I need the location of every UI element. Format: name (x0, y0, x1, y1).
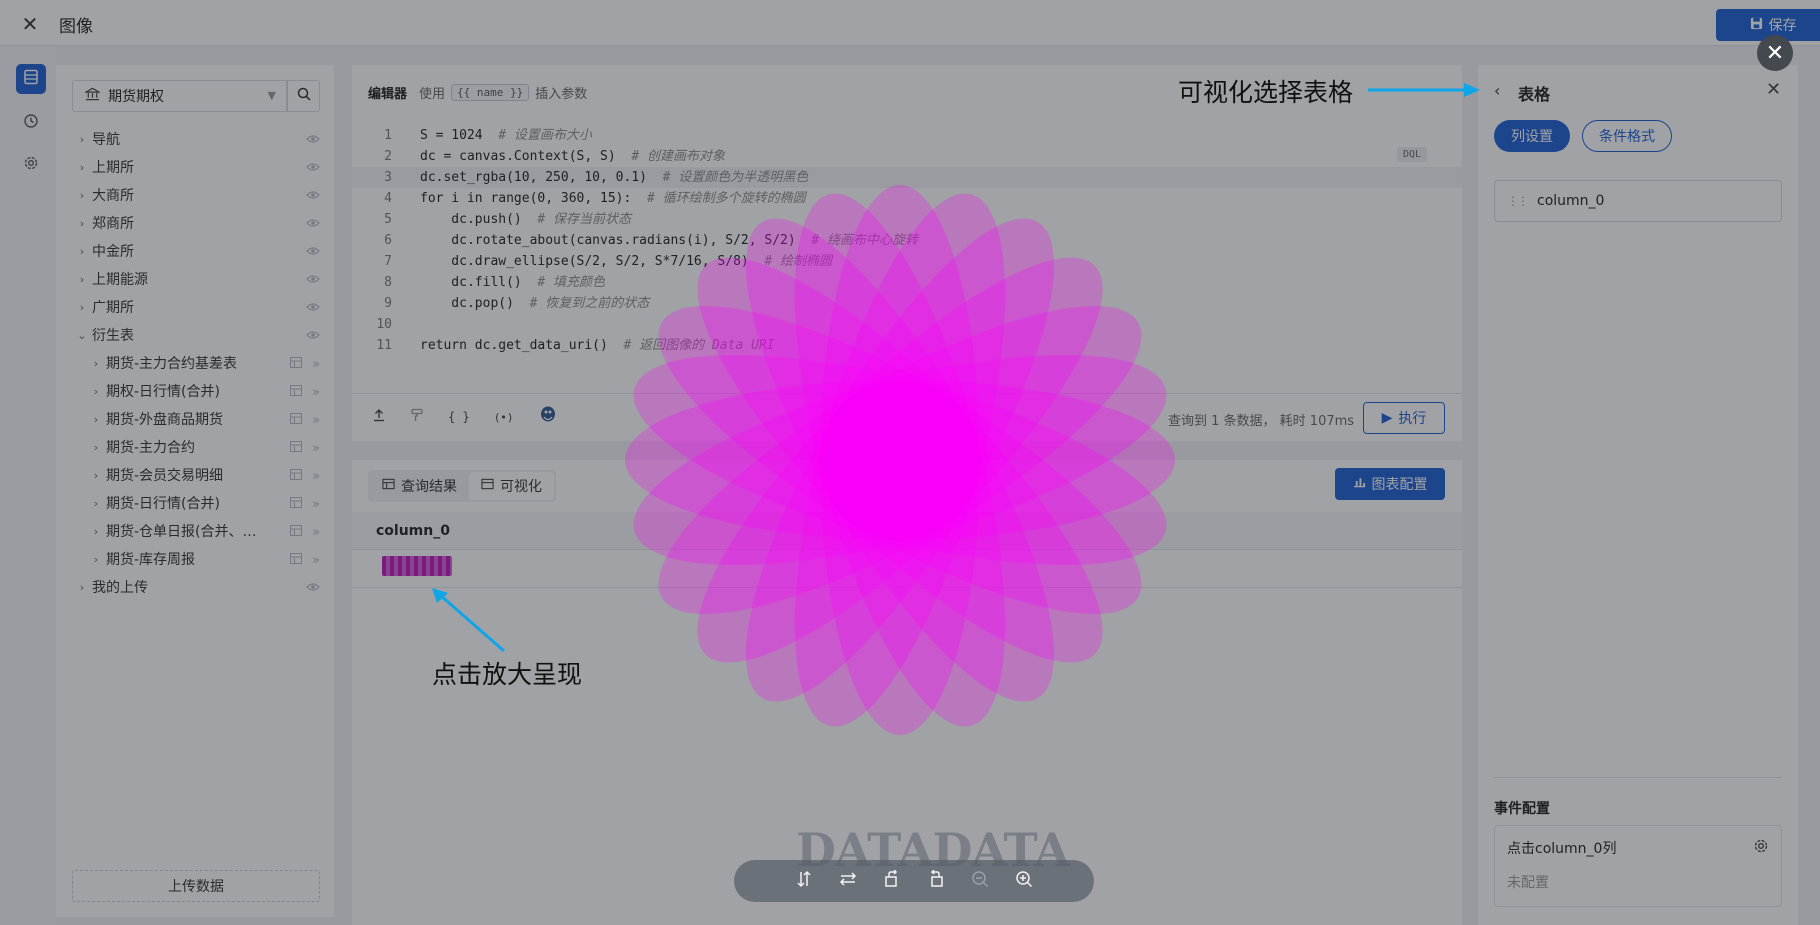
annotation-arrow-up (432, 588, 505, 653)
annotation-select-table: 可视化选择表格 (1178, 78, 1354, 107)
viewer-toolbar (734, 860, 1094, 902)
annotation-arrow-right (1368, 83, 1480, 97)
zoom-out-icon[interactable] (971, 870, 989, 892)
zoom-in-icon[interactable] (1015, 870, 1033, 892)
close-viewer-icon[interactable]: ✕ (1757, 35, 1793, 71)
flip-horizontal-icon[interactable] (839, 870, 857, 892)
rotate-left-icon[interactable] (883, 869, 901, 892)
annotation-click-zoom: 点击放大呈现 (432, 660, 583, 689)
rendered-image[interactable] (600, 160, 1200, 760)
rotate-right-icon[interactable] (927, 869, 945, 892)
flip-vertical-icon[interactable] (795, 870, 813, 892)
